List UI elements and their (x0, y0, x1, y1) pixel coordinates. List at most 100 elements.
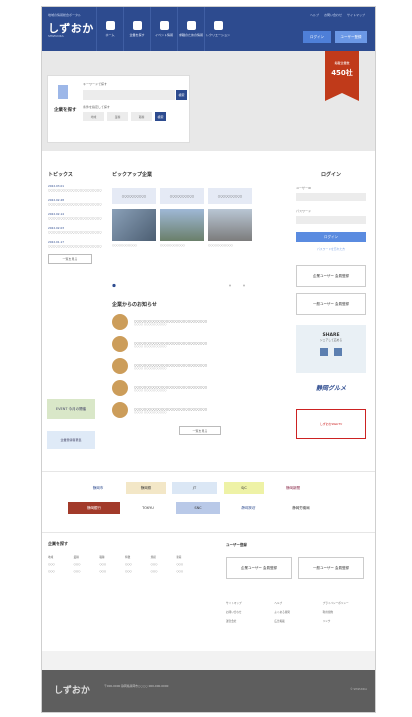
footer-link[interactable]: 利用規約 (323, 610, 366, 614)
carousel-dot[interactable] (243, 284, 245, 287)
company-register-button[interactable]: 企業ユーザー 会員登録 (296, 265, 366, 287)
footer-category-link[interactable]: ○○○ (48, 570, 70, 573)
notice-item[interactable]: ○○○○○○○○○○○○○○○○○○○○○○○○○○○○○○ ○○○○ ○○○○○… (112, 358, 288, 374)
notice-item[interactable]: ○○○○○○○○○○○○○○○○○○○○○○○○○○○○○○ ○○○○ ○○○○○… (112, 336, 288, 352)
topic-item[interactable]: 2022.01.17 ○○○○○○○○○○○○○○○○○○○○○○ (48, 240, 103, 248)
pickup-card[interactable]: ○○○○○○○○○○○ (112, 209, 156, 247)
footer-category-link[interactable]: ○○○ (151, 570, 173, 573)
link-help[interactable]: ヘルプ (310, 13, 319, 17)
footer-category-link[interactable]: 新着 (176, 555, 198, 559)
footer-category-link[interactable]: 特徴 (125, 555, 147, 559)
user-id-input[interactable] (296, 193, 366, 201)
footer-category-link[interactable]: ○○○ (74, 563, 96, 566)
link-contact[interactable]: お問い合わせ (324, 13, 342, 17)
footer-category-link[interactable]: ○○○ (48, 563, 70, 566)
footer-link[interactable]: サイトマップ (226, 601, 269, 605)
pickup-tab[interactable]: ○○○○○○○○○○ (112, 188, 156, 204)
partner-banner[interactable]: TOKYU (126, 502, 170, 514)
topic-item[interactable]: 2022.02.14 ○○○○○○○○○○○○○○○○○○○○○○ (48, 212, 103, 220)
partner-banner[interactable]: 静岡放送 (226, 502, 270, 514)
pickup-cards: ○○○○○○○○○○○ ○○○○○○○○○○○ ○○○○○○○○○○○ (112, 209, 288, 247)
notice-meta: ○○○○ ○○○○○○○○○○ (134, 410, 167, 414)
footer-link[interactable]: 広告掲載 (274, 619, 317, 623)
partner-banner[interactable]: SNC (176, 502, 220, 514)
facebook-icon[interactable] (320, 348, 328, 356)
footer-category-link[interactable]: 規模 (151, 555, 173, 559)
building-icon (58, 85, 68, 99)
condition-search-button[interactable]: 検索 (155, 112, 166, 121)
nav-label: イベント情報 (154, 33, 173, 37)
nav-events[interactable]: イベント情報 (150, 7, 177, 51)
partner-banner[interactable]: 静岡銀行 (68, 502, 120, 514)
pickup-tab[interactable]: ○○○○○○○○○○ (160, 188, 204, 204)
notice-item[interactable]: ○○○○○○○○○○○○○○○○○○○○○○○○○○○○○○ ○○○○ ○○○○○… (112, 402, 288, 418)
carousel-dot[interactable] (229, 284, 231, 287)
notice-item[interactable]: ○○○○○○○○○○○○○○○○○○○○○○○○○○○○○○ ○○○○ ○○○○○… (112, 314, 288, 330)
pickup-tab[interactable]: ○○○○○○○○○○ (208, 188, 252, 204)
footer-link[interactable]: 運営会社 (226, 619, 269, 623)
topics-more-button[interactable]: 一覧を見る (48, 254, 92, 264)
footer-category-link[interactable]: ○○○ (99, 563, 121, 566)
topic-item[interactable]: 2022.02.28 ○○○○○○○○○○○○○○○○○○○○○○ (48, 198, 103, 206)
keyword-search-button[interactable]: 検索 (176, 90, 187, 100)
partner-banner[interactable]: 静岡労働局 (276, 502, 326, 514)
recruit-banner[interactable]: 企業登録者募集 (47, 431, 95, 449)
link-sitemap[interactable]: サイトマップ (347, 13, 365, 17)
carousel-dot-active[interactable] (112, 283, 116, 288)
user-register-button[interactable]: 一般ユーザー 会員登録 (296, 293, 366, 315)
nav-search[interactable]: 企業を探す (123, 7, 150, 51)
webtv-banner[interactable]: しずおかWebTV (296, 409, 366, 439)
footer-user-register[interactable]: 一般ユーザー 会員登録 (298, 557, 364, 579)
nav-jobs[interactable]: 求職のための情報 (177, 7, 204, 51)
footer-link[interactable]: ヘルプ (274, 601, 317, 605)
register-button[interactable]: ユーザー登録 (335, 31, 367, 43)
topic-item[interactable]: 2022.02.03 ○○○○○○○○○○○○○○○○○○○○○○ (48, 226, 103, 234)
footer-logo[interactable]: しずおか (54, 683, 90, 696)
notice-item[interactable]: ○○○○○○○○○○○○○○○○○○○○○○○○○○○○○○ ○○○○ ○○○○○… (112, 380, 288, 396)
globe-icon (213, 21, 223, 30)
footer-link[interactable]: プライバシーポリシー (323, 601, 366, 605)
footer-category-link[interactable]: ○○○ (125, 570, 147, 573)
footer-link[interactable]: リンク (323, 619, 366, 623)
footer-category-link[interactable]: 業種 (74, 555, 96, 559)
condition-area[interactable]: 地域 (83, 112, 104, 121)
footer-link[interactable]: お問い合わせ (226, 610, 269, 614)
password-input[interactable] (296, 216, 366, 224)
partner-banner[interactable]: 静岡新聞 (270, 482, 316, 494)
footer-category-link[interactable]: ○○○ (99, 570, 121, 573)
share-sub: シェアして広める (319, 338, 343, 342)
footer-category-link[interactable]: ○○○ (151, 563, 173, 566)
condition-industry[interactable]: 業種 (107, 112, 128, 121)
partner-banner[interactable]: 静岡県 (126, 482, 166, 494)
condition-job[interactable]: 職種 (131, 112, 152, 121)
keyword-input[interactable] (83, 90, 175, 100)
user-id-label: ユーザーID (296, 186, 312, 190)
partner-banner[interactable]: SJC (224, 482, 264, 494)
twitter-icon[interactable] (334, 348, 342, 356)
footer-category-link[interactable]: ○○○ (176, 570, 198, 573)
pickup-card[interactable]: ○○○○○○○○○○○ (160, 209, 204, 247)
footer-category-link[interactable]: 職種 (99, 555, 121, 559)
partner-banner[interactable]: JT (172, 482, 217, 494)
footer-category-link[interactable]: ○○○ (176, 563, 198, 566)
gourmet-banner[interactable]: 静岡グルメ (296, 383, 366, 403)
footer-link[interactable]: よくある質問 (274, 610, 317, 614)
nav-recreation[interactable]: レクリエーション (204, 7, 231, 51)
login-button[interactable]: ログイン (303, 31, 331, 43)
footer-category-link[interactable]: ○○○ (125, 563, 147, 566)
topic-item[interactable]: 2022.03.01 ○○○○○○○○○○○○○○○○○○○○○○ (48, 184, 103, 192)
footer-company-register[interactable]: 企業ユーザー 会員登録 (226, 557, 292, 579)
event-banner[interactable]: EVENT 今月の開催 (47, 399, 95, 419)
footer-category-link[interactable]: 地域 (48, 555, 70, 559)
login-submit-button[interactable]: ログイン (296, 232, 366, 242)
notice-text: ○○○○○○○○○○○○○○○○○○○○○○○○○○○○○○ (134, 362, 208, 367)
company-search-box: 企業を探す キーワードで探す 検索 条件を指定して探す 地域 業種 職種 検索 (47, 75, 190, 143)
nav-home[interactable]: ホーム (96, 7, 123, 51)
search-title: 企業を探す (54, 108, 77, 113)
partner-banner[interactable]: 静岡市 (78, 482, 118, 494)
footer-category-link[interactable]: ○○○ (74, 570, 96, 573)
pickup-card[interactable]: ○○○○○○○○○○○ (208, 209, 252, 247)
ribbon-count: 450社 (331, 69, 353, 77)
notice-more-button[interactable]: 一覧を見る (179, 426, 221, 435)
forgot-password-link[interactable]: パスワードを忘れた方 (296, 247, 366, 251)
